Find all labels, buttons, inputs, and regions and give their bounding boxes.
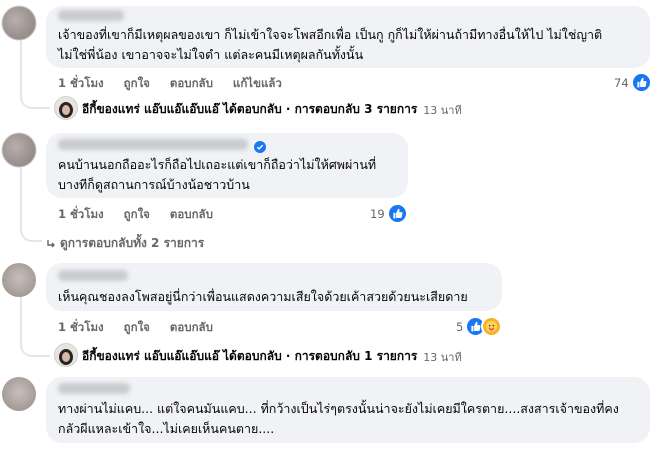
replies-summary-link[interactable]: อีกี้ของแทร่ แอ๊บแอ๊แอ๊บแอ๊ ได้ตอบกลับ ·…	[82, 347, 462, 366]
like-button[interactable]: ถูกใจ	[124, 75, 150, 93]
commenter-avatar[interactable]	[2, 133, 36, 167]
reply-time: 13 นาที	[423, 103, 462, 117]
like-button[interactable]: ถูกใจ	[124, 319, 150, 337]
like-reaction-icon	[386, 203, 408, 224]
care-reaction-icon	[481, 316, 503, 337]
view-replies-link[interactable]: ดูการตอบกลับทั้ง 2 รายการ	[46, 234, 204, 253]
comment-text-line: คนบ้านนอกถืออะไรก็ถือไปเถอะแต่เขาก็ถือว่…	[58, 157, 377, 172]
comment-text-line: กลัวผีแหละเข้าใจ...ไม่เคยเห็นคนตาย....	[58, 421, 275, 436]
edited-label[interactable]: แก้ไขแล้ว	[233, 75, 282, 93]
replies-summary-link[interactable]: อีกี้ของแทร่ แอ๊บแอ๊แอ๊บแอ๊ ได้ตอบกลับ ·…	[82, 100, 462, 119]
replies-summary-text: ได้ตอบกลับ · การตอบกลับ 1 รายการ	[223, 349, 418, 363]
comment-bubble: เห็นคุณชองลงโพสอยู่นี่กว่าเพื่อนแสดงความ…	[46, 263, 502, 311]
reply-button[interactable]: ตอบกลับ	[170, 75, 213, 93]
reaction-count: 19	[370, 206, 385, 221]
commenter-avatar[interactable]	[2, 377, 36, 411]
comment-actions: 1 ชั่วโมง ถูกใจ ตอบกลับ	[58, 206, 233, 224]
reply-arrow-icon	[47, 239, 55, 247]
reaction-count: 5	[456, 319, 464, 334]
replier-avatar[interactable]	[54, 96, 78, 120]
comment-text-line: ทางผ่านไม่แคบ... แต่ใจคนมันแคบ... ที่กว้…	[58, 401, 619, 416]
comment-bubble: เจ้าของที่เขาก็มีเหตุผลของเขา ก็ไม่เข้าใ…	[46, 6, 650, 68]
commenter-name[interactable]	[58, 139, 248, 150]
comment-text-line: เห็นคุณชองลงโพสอยู่นี่กว่าเพื่อนแสดงความ…	[58, 289, 468, 304]
replier-name[interactable]: อีกี้ของแทร่ แอ๊บแอ๊แอ๊บแอ๊	[82, 100, 219, 119]
reply-button[interactable]: ตอบกลับ	[170, 206, 213, 224]
comment-bubble: ทางผ่านไม่แคบ... แต่ใจคนมันแคบ... ที่กว้…	[46, 377, 650, 443]
reply-time: 13 นาที	[423, 350, 462, 364]
like-button[interactable]: ถูกใจ	[124, 206, 150, 224]
reaction-summary[interactable]: 5	[456, 316, 503, 337]
reaction-summary[interactable]: 74	[614, 72, 652, 93]
thread-connector	[20, 40, 50, 109]
commenter-avatar[interactable]	[2, 6, 36, 40]
comment-time[interactable]: 1 ชั่วโมง	[58, 319, 104, 337]
replier-avatar[interactable]	[54, 343, 78, 367]
commenter-name[interactable]	[58, 383, 130, 394]
replier-name[interactable]: อีกี้ของแทร่ แอ๊บแอ๊แอ๊บแอ๊	[82, 347, 219, 366]
thread-connector	[20, 297, 50, 357]
comment-actions: 1 ชั่วโมง ถูกใจ ตอบกลับ แก้ไขแล้ว	[58, 75, 302, 93]
commenter-name[interactable]	[58, 10, 124, 21]
comment-time[interactable]: 1 ชั่วโมง	[58, 75, 104, 93]
replies-summary-text: ได้ตอบกลับ · การตอบกลับ 3 รายการ	[223, 102, 418, 116]
comment-bubble: คนบ้านนอกถืออะไรก็ถือไปเถอะแต่เขาก็ถือว่…	[46, 133, 408, 198]
comment-text-line: เจ้าของที่เขาก็มีเหตุผลของเขา ก็ไม่เข้าใ…	[58, 27, 603, 42]
comment-text-line: ไม่ใช่พี่น้อง เขาอาจจะไม่ใจดำ แต่ละคนมีเ…	[58, 47, 364, 62]
view-replies-label: ดูการตอบกลับทั้ง 2 รายการ	[60, 236, 205, 250]
like-reaction-icon	[630, 72, 652, 93]
reaction-count: 74	[614, 75, 629, 90]
thread-connector	[20, 167, 42, 242]
verified-badge-icon	[254, 138, 266, 153]
commenter-name[interactable]	[58, 270, 128, 281]
comment-actions: 1 ชั่วโมง ถูกใจ ตอบกลับ	[58, 319, 233, 337]
commenter-avatar[interactable]	[2, 263, 36, 297]
reply-button[interactable]: ตอบกลับ	[170, 319, 213, 337]
reaction-summary[interactable]: 19	[370, 203, 408, 224]
comment-time[interactable]: 1 ชั่วโมง	[58, 206, 104, 224]
comment-text-line: บางทีก็ดูสถานการณ์บ้างน้อชาวบ้าน	[58, 177, 250, 192]
